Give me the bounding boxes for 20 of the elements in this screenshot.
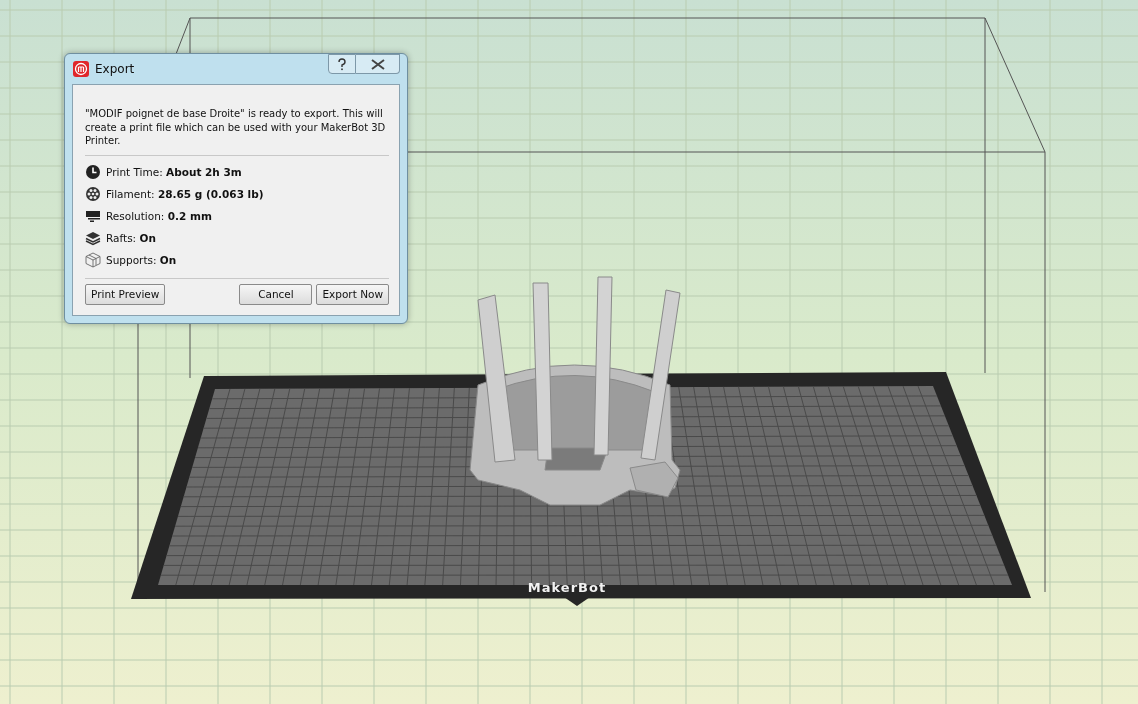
- stat-text: Print Time: About 2h 3m: [106, 165, 242, 178]
- export-now-button[interactable]: Export Now: [316, 283, 389, 305]
- plate-logo: MakerBot: [527, 580, 607, 595]
- stat-text: Rafts: On: [106, 231, 156, 244]
- stat-text: Filament: 28.65 g (0.063 lb): [106, 187, 264, 200]
- export-message: "MODIF poignet de base Droite" is ready to export. This will create a print file which can be used with your MakerBot 3D Printer.: [85, 107, 387, 148]
- dialog-title: Export: [95, 62, 136, 76]
- close-button[interactable]: [356, 54, 400, 74]
- close-icon: [370, 58, 385, 70]
- stat-text: Resolution: 0.2 mm: [106, 209, 212, 222]
- spool-icon: [85, 185, 101, 202]
- cancel-button[interactable]: Cancel: [239, 283, 313, 305]
- app-logo-icon: [73, 61, 89, 77]
- clock-icon: [85, 163, 101, 180]
- stat-text: Supports: On: [106, 253, 177, 266]
- help-button[interactable]: [328, 54, 356, 74]
- stacked-layers-icon: [85, 229, 101, 246]
- question-mark-icon: [337, 57, 347, 71]
- wireframe-cube-icon: [85, 251, 101, 268]
- print-preview-button[interactable]: Print Preview: [85, 283, 166, 305]
